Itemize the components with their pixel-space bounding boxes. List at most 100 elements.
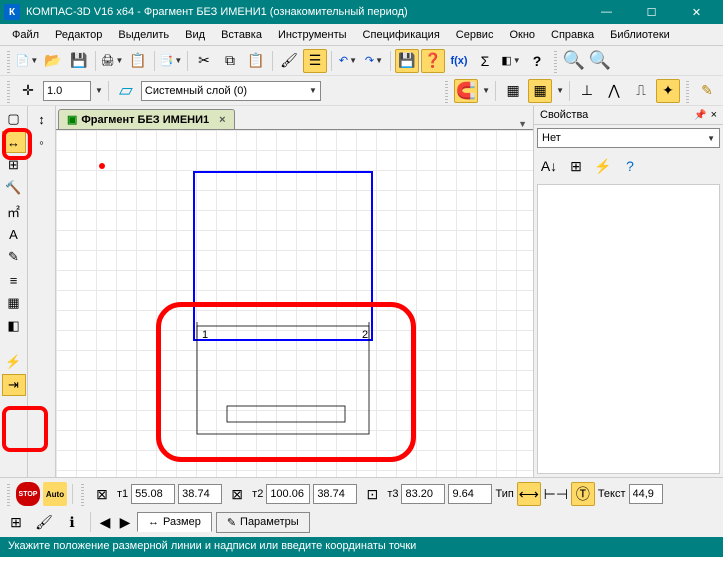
props-close-button[interactable]: ×	[711, 109, 717, 121]
bottom-grid-button[interactable]: ⊞	[4, 510, 28, 534]
t3-lock-icon[interactable]: ⊡	[360, 482, 384, 506]
bottom-tab-dimension[interactable]: ↔ Размер	[137, 512, 212, 532]
bottom-info-button[interactable]: ℹ	[60, 510, 84, 534]
magnet-button[interactable]: 🧲	[454, 79, 478, 103]
lt-list[interactable]: ≡	[2, 269, 26, 291]
props-button[interactable]: 📑▼	[159, 49, 183, 73]
menu-service[interactable]: Сервис	[448, 24, 502, 45]
menu-editor[interactable]: Редактор	[47, 24, 110, 45]
msg-button[interactable]: ◧▼	[499, 49, 523, 73]
grip[interactable]	[7, 482, 10, 506]
type1-button[interactable]: ⟷	[517, 482, 541, 506]
menu-file[interactable]: Файл	[4, 24, 47, 45]
props-pin-icon[interactable]: 📌	[694, 110, 706, 121]
menu-tools[interactable]: Инструменты	[270, 24, 355, 45]
cross-button[interactable]: ✛	[16, 79, 40, 103]
bottom-brush-button[interactable]: 🖌	[32, 510, 56, 534]
props-help-button[interactable]: ?	[618, 154, 642, 178]
params-button[interactable]: ☰	[303, 49, 327, 73]
text-input[interactable]	[629, 484, 663, 504]
menu-insert[interactable]: Вставка	[213, 24, 270, 45]
lt-lightning[interactable]: ⚡	[2, 351, 26, 373]
grip[interactable]	[7, 49, 10, 73]
props-object-select[interactable]: Нет ▼	[537, 128, 720, 148]
snap4-button[interactable]: ✦	[656, 79, 680, 103]
drawing-canvas[interactable]: 1 2	[56, 130, 533, 477]
undo-button[interactable]: ↶▼	[336, 49, 360, 73]
grid-off-button[interactable]: ▦	[501, 79, 525, 103]
type2-button[interactable]: ⊢⊣	[544, 482, 568, 506]
new-button[interactable]: 📄▼	[15, 49, 39, 73]
lt-hammer[interactable]: 🔨	[2, 177, 26, 199]
t2-lock-icon[interactable]: ⊠	[225, 482, 249, 506]
t3-y-input[interactable]	[448, 484, 492, 504]
zoom-in-button[interactable]: 🔍	[562, 49, 586, 73]
grip[interactable]	[445, 79, 448, 103]
props-filter-button[interactable]: ⚡	[591, 154, 615, 178]
open-button[interactable]: 📂	[41, 49, 65, 73]
lt-rect[interactable]: ▢	[2, 108, 26, 130]
copy-button[interactable]: ⧉	[218, 49, 242, 73]
auto-button[interactable]: Auto	[43, 482, 67, 506]
grip[interactable]	[686, 79, 689, 103]
lt-area[interactable]: ㎡	[2, 200, 26, 222]
stop-button[interactable]: STOP	[16, 482, 40, 506]
close-button[interactable]: ✕	[674, 0, 719, 24]
nav-next-button[interactable]: ▶	[117, 510, 133, 534]
layer-select[interactable]: Системный слой (0) ▼	[141, 81, 321, 101]
menu-libs[interactable]: Библиотеки	[602, 24, 678, 45]
doc-tab-active[interactable]: ▣ Фрагмент БЕЗ ИМЕНИ1 ×	[58, 109, 235, 129]
store2-button[interactable]: ❓	[421, 49, 445, 73]
scale-dropdown[interactable]: ▼	[95, 86, 103, 95]
doc-tab-close[interactable]: ×	[219, 114, 225, 126]
preview-button[interactable]: 📋	[126, 49, 150, 73]
paste-button[interactable]: 📋	[244, 49, 268, 73]
layers-button[interactable]: ▱	[114, 79, 138, 103]
snap2-button[interactable]: ⋀	[602, 79, 626, 103]
lt-table[interactable]: ▦	[2, 292, 26, 314]
zoom-out-button[interactable]: 🔍	[588, 49, 612, 73]
edit-button[interactable]: ✎	[695, 79, 719, 103]
nav-prev-button[interactable]: ◀	[97, 510, 113, 534]
t1-x-input[interactable]	[131, 484, 175, 504]
redo-button[interactable]: ↷▼	[362, 49, 386, 73]
t2-x-input[interactable]	[266, 484, 310, 504]
lt-panel[interactable]: ◧	[2, 315, 26, 337]
props-sort-button[interactable]: A↓	[537, 154, 561, 178]
menu-window[interactable]: Окно	[501, 24, 543, 45]
tab-menu-button[interactable]: ▼	[512, 119, 533, 129]
menu-spec[interactable]: Спецификация	[355, 24, 448, 45]
menu-view[interactable]: Вид	[177, 24, 213, 45]
lt-text[interactable]: A	[2, 223, 26, 245]
menu-help[interactable]: Справка	[543, 24, 602, 45]
fx-button[interactable]: f(x)	[447, 49, 471, 73]
grip[interactable]	[7, 79, 10, 103]
lt-grid[interactable]: ⊞	[2, 154, 26, 176]
t1-lock-icon[interactable]: ⊠	[90, 482, 114, 506]
lt-arrow[interactable]: ⇥	[2, 374, 26, 396]
menu-highlight[interactable]: Выделить	[110, 24, 177, 45]
magnet-dropdown[interactable]: ▼	[482, 86, 490, 95]
t3-x-input[interactable]	[401, 484, 445, 504]
snap1-button[interactable]: ⊥	[575, 79, 599, 103]
brush-button[interactable]: 🖌	[277, 49, 301, 73]
print-button[interactable]: 🖨▼	[100, 49, 124, 73]
var-button[interactable]: Σ	[473, 49, 497, 73]
cut-button[interactable]: ✂	[192, 49, 216, 73]
lt-dimension[interactable]: ↔	[2, 131, 26, 153]
grid-on-button[interactable]: ▦	[528, 79, 552, 103]
lt-draw[interactable]: ✎	[2, 246, 26, 268]
grid-dropdown[interactable]: ▼	[556, 86, 564, 95]
t1-y-input[interactable]	[178, 484, 222, 504]
lt2-vert[interactable]: ↕	[30, 108, 54, 130]
lt2-point[interactable]: ◦	[30, 131, 54, 153]
t2-y-input[interactable]	[313, 484, 357, 504]
save-button[interactable]: 💾	[67, 49, 91, 73]
grip[interactable]	[554, 49, 557, 73]
snap3-button[interactable]: ⎍	[629, 79, 653, 103]
type3-button[interactable]: Ⓣ	[571, 482, 595, 506]
store1-button[interactable]: 💾	[395, 49, 419, 73]
bottom-tab-params[interactable]: ✎ Параметры	[216, 512, 310, 533]
help-button[interactable]: ?	[525, 49, 549, 73]
minimize-button[interactable]: —	[584, 0, 629, 24]
